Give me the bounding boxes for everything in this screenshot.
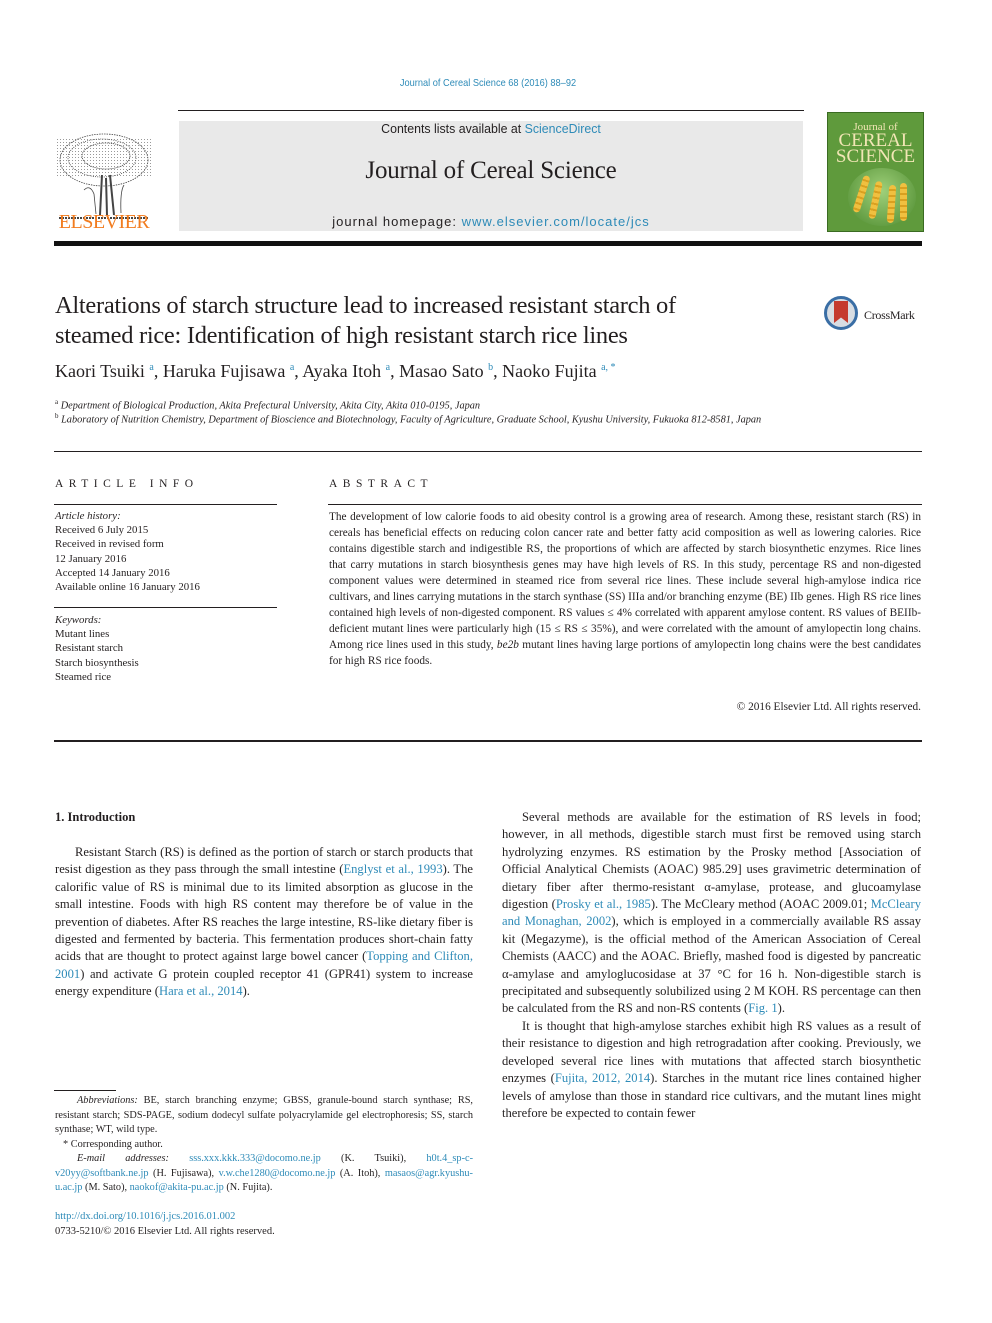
keywords-list: Keywords: Mutant lines Resistant starch … <box>55 613 275 684</box>
keywords-rule <box>54 607 277 608</box>
left-column: Resistant Starch (RS) is defined as the … <box>55 844 473 1001</box>
author-name[interactable]: Naoko Fujita <box>502 361 597 381</box>
history-item: Received 6 July 2015 <box>55 524 149 537</box>
keyword-item: Steamed rice <box>55 670 112 683</box>
history-item: Available online 16 January 2016 <box>55 581 200 594</box>
author-name[interactable]: Ayaka Itoh <box>302 361 381 381</box>
body-rule <box>54 740 922 742</box>
citation-link[interactable]: Hara et al., 2014 <box>159 984 243 998</box>
author-list: Kaori Tsuiki a, Haruka Fujisawa a, Ayaka… <box>55 361 915 382</box>
email-owner: (M. Sato), <box>82 1182 130 1193</box>
article-title-line1: Alterations of starch structure lead to … <box>55 292 676 319</box>
running-head-citation[interactable]: Journal of Cereal Science 68 (2016) 88–9… <box>59 77 918 89</box>
abstract-text-part1: The development of low calorie foods to … <box>329 511 921 651</box>
citation-link[interactable]: Fig. 1 <box>748 1001 777 1015</box>
abstract-rule <box>328 504 922 505</box>
contents-line: Contents lists available at ScienceDirec… <box>195 121 788 136</box>
affiliation-marker: a <box>55 398 59 406</box>
article-info-heading: ARTICLE INFO <box>55 478 199 490</box>
journal-homepage-link[interactable]: www.elsevier.com/locate/jcs <box>462 214 650 229</box>
article-title-line2: steamed rice: Identification of high res… <box>55 322 628 349</box>
header-rule <box>178 110 804 111</box>
affiliation-b: b Laboratory of Nutrition Chemistry, Dep… <box>55 409 815 427</box>
body-text: ) and activate G protein coupled recepto… <box>55 966 473 999</box>
journal-homepage-line: journal homepage: www.elsevier.com/locat… <box>179 214 803 229</box>
author-name[interactable]: Masao Sato <box>399 361 484 381</box>
body-text: Several methods are available for the es… <box>502 810 921 912</box>
wheat-grain-icon <box>900 183 907 221</box>
journal-name: Journal of Cereal Science <box>365 157 617 184</box>
doi-link[interactable]: http://dx.doi.org/10.1016/j.jcs.2016.01.… <box>55 1211 235 1222</box>
history-item: Accepted 14 January 2016 <box>55 566 170 579</box>
author-name[interactable]: Haruka Fujisawa <box>163 361 285 381</box>
author-separator: , <box>390 361 400 381</box>
body-text: ). The McCleary method (AOAC 2009.01; <box>650 897 871 912</box>
affiliation-marker: b <box>55 412 59 420</box>
author-name[interactable]: Kaori Tsuiki <box>55 361 145 381</box>
email-footnote: E-mail addresses: sss.xxx.kkk.333@docomo… <box>55 1152 473 1196</box>
citation-link[interactable]: Fujita, 2012, 2014 <box>555 1071 650 1085</box>
citation-link[interactable]: Englyst et al., 1993 <box>343 862 442 876</box>
email-link[interactable]: sss.xxx.kkk.333@docomo.ne.jp <box>189 1153 321 1164</box>
corresponding-author-note: * Corresponding author. <box>63 1138 163 1150</box>
keyword-item: Starch biosynthesis <box>55 656 139 669</box>
section-rule <box>54 451 922 452</box>
body-text: ), which is employed in a commercially a… <box>502 914 921 1016</box>
journal-cover-image[interactable]: Journal of CEREAL SCIENCE <box>827 112 924 232</box>
crossmark-label: CrossMark <box>864 308 915 322</box>
author-separator: , <box>493 361 503 381</box>
abstract-copyright: © 2016 Elsevier Ltd. All rights reserved… <box>736 701 921 713</box>
body-text: ). <box>777 1001 785 1016</box>
email-owner: (N. Fujita). <box>223 1182 273 1193</box>
author-affiliation-sup[interactable]: a, * <box>601 362 615 373</box>
journal-masthead: Contents lists available at ScienceDirec… <box>179 121 803 231</box>
history-item: 12 January 2016 <box>55 552 127 565</box>
section-heading-introduction: 1. Introduction <box>55 810 136 824</box>
abstract-heading: ABSTRACT <box>329 478 434 490</box>
body-text: ). <box>242 984 250 999</box>
article-history: Article history: Received 6 July 2015 Re… <box>55 509 275 594</box>
issn-copyright-line: 0733-5210/© 2016 Elsevier Ltd. All right… <box>55 1226 275 1237</box>
article-history-label: Article history: <box>55 510 121 522</box>
email-owner: (K. Tsuiki), <box>320 1153 427 1164</box>
cover-title-line3: SCIENCE <box>835 146 916 167</box>
citation-link[interactable]: Prosky et al., 1985 <box>556 897 651 911</box>
homepage-prefix: journal homepage: <box>332 214 462 229</box>
keyword-item: Mutant lines <box>55 628 110 641</box>
footnote-rule <box>54 1090 116 1091</box>
abbreviations-label: Abbreviations: <box>77 1095 138 1106</box>
contents-prefix: Contents lists available at <box>381 121 525 136</box>
abstract-body: The development of low calorie foods to … <box>329 509 921 669</box>
article-info-rule <box>54 504 277 505</box>
sciencedirect-link[interactable]: ScienceDirect <box>525 121 601 136</box>
email-label: E-mail addresses: <box>77 1153 169 1164</box>
right-column: Several methods are available for the es… <box>502 809 921 1122</box>
article-title: Alterations of starch structure lead to … <box>55 291 795 351</box>
abstract-gene-name: be2b <box>496 639 519 651</box>
email-link[interactable]: naokof@akita-pu.ac.jp <box>130 1182 224 1193</box>
paragraph: Several methods are available for the es… <box>502 809 921 1018</box>
abbreviations-footnote: Abbreviations: BE, starch branching enzy… <box>55 1094 473 1138</box>
affiliation-text: Laboratory of Nutrition Chemistry, Depar… <box>61 414 762 426</box>
paragraph: Resistant Starch (RS) is defined as the … <box>55 844 473 1001</box>
masthead-thick-rule <box>54 241 922 246</box>
keyword-item: Resistant starch <box>55 642 124 655</box>
author-separator: , <box>153 361 163 381</box>
history-item: Received in revised form <box>55 538 164 551</box>
crossmark-button[interactable]: CrossMark <box>824 296 924 334</box>
keywords-label: Keywords: <box>55 614 102 626</box>
paragraph: It is thought that high-amylose starches… <box>502 1018 921 1122</box>
footnotes: Abbreviations: BE, starch branching enzy… <box>55 1094 473 1196</box>
email-link[interactable]: v.w.che1280@docomo.ne.jp <box>219 1168 336 1179</box>
elsevier-wordmark: ELSEVIER <box>58 211 150 233</box>
email-owner: (A. Itoh), <box>335 1167 385 1179</box>
email-owner: (H. Fujisawa), <box>148 1167 219 1179</box>
